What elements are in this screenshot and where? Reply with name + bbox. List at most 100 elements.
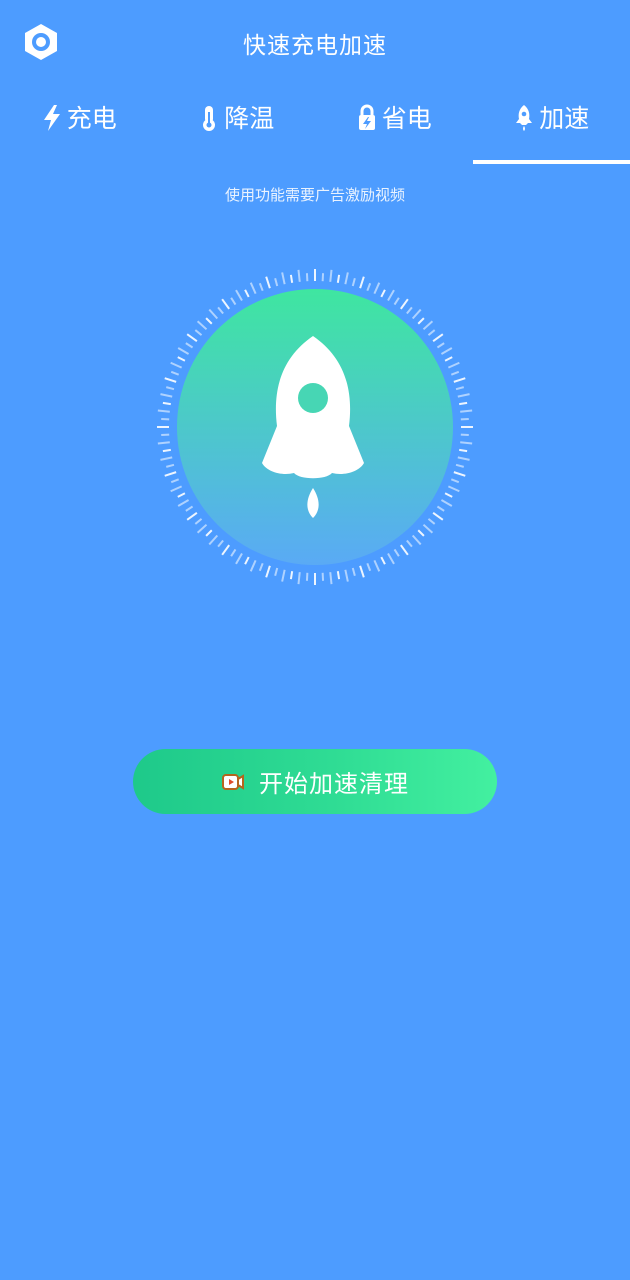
start-speedup-button[interactable]: 开始加速清理	[133, 749, 497, 814]
dial-tick	[194, 329, 203, 336]
dial-tick	[373, 559, 381, 572]
dial-tick	[432, 333, 444, 342]
dial-tick	[196, 523, 208, 534]
dial-tick	[170, 478, 180, 484]
dial-tick	[400, 544, 409, 556]
header: 快速充电加速	[0, 0, 630, 84]
dial-tick	[194, 518, 203, 525]
tab-speedup[interactable]: 加速	[472, 96, 630, 164]
dial-tick	[165, 463, 175, 468]
dial-tick	[185, 505, 194, 512]
dial-tick	[336, 571, 341, 580]
dial-tick	[457, 393, 470, 398]
start-speedup-label: 开始加速清理	[259, 770, 409, 798]
dial-tick	[344, 272, 349, 285]
dial-tick	[160, 456, 173, 461]
dial-tick	[249, 559, 257, 572]
dial-tick	[289, 571, 294, 580]
dial-tick	[217, 306, 224, 315]
dial-tick	[359, 565, 365, 578]
dial-tick	[393, 548, 400, 557]
dial-tick	[380, 556, 386, 565]
dial-tick	[162, 448, 171, 453]
dial-tick	[185, 342, 194, 349]
dial-tick	[235, 289, 243, 302]
dial-tick	[165, 386, 175, 391]
tab-power-save[interactable]: 省电	[315, 96, 473, 164]
dial-tick	[455, 386, 465, 391]
dial-tick	[274, 277, 279, 287]
dial-tick	[281, 272, 286, 285]
dial-tick	[460, 409, 473, 413]
speed-dial	[154, 266, 476, 588]
dial-tick	[447, 485, 460, 493]
tab-power-save-label: 省电	[381, 104, 432, 133]
dial-tick	[177, 499, 190, 507]
tab-cooling[interactable]: 降温	[158, 96, 316, 164]
dial-tick	[244, 556, 250, 565]
dial-tick	[359, 276, 365, 289]
dial-tick	[366, 562, 372, 572]
dial-tick	[336, 274, 341, 283]
dial-tick	[249, 282, 257, 295]
dial-tick	[440, 499, 453, 507]
dial-tick	[400, 298, 409, 310]
dial-tick	[417, 529, 425, 537]
rocket-icon	[516, 105, 533, 131]
dial-tick	[221, 544, 230, 556]
dial-tick	[217, 539, 224, 548]
dial-tick	[164, 377, 177, 383]
tab-charge[interactable]: 充电	[0, 96, 158, 164]
dial-tick	[422, 523, 434, 534]
dial-tick	[453, 471, 466, 477]
dial-tick	[440, 347, 453, 355]
dial-tick	[208, 534, 219, 546]
dial-tick	[380, 289, 386, 298]
dial-tick	[411, 534, 422, 546]
dial-tick	[289, 274, 294, 283]
dial-tick	[450, 478, 460, 484]
dial-tick	[457, 456, 470, 461]
tab-bar: 充电 降温 省电 加速	[0, 96, 630, 164]
dial-tick	[162, 401, 171, 406]
dial-tick	[459, 401, 468, 406]
dial-tick	[329, 269, 333, 282]
dial-tick	[186, 333, 198, 342]
tab-cooling-label: 降温	[224, 104, 275, 133]
dial-tick	[366, 282, 372, 292]
dial-tick	[258, 562, 264, 572]
dial-tick	[205, 529, 213, 537]
dial-tick	[417, 317, 425, 325]
dial-tick	[455, 463, 465, 468]
dial-tick	[444, 356, 453, 362]
dial-tick	[164, 471, 177, 477]
dial-tick	[170, 361, 183, 369]
dial-tick	[406, 539, 413, 548]
dial-tick	[230, 548, 237, 557]
ad-video-notice: 使用功能需要广告激励视频	[224, 186, 405, 204]
dial-tick	[351, 277, 356, 287]
dial-tick	[351, 567, 356, 577]
tab-charge-label: 充电	[66, 104, 117, 133]
dial-tick	[297, 572, 301, 585]
dial-tick	[344, 569, 349, 582]
dial-tick	[436, 342, 445, 349]
dial-tick	[460, 441, 473, 445]
dial-tick	[208, 308, 219, 320]
dial-tick	[177, 347, 190, 355]
dial-tick	[450, 370, 460, 376]
dial-tick	[447, 361, 460, 369]
dial-tick	[427, 518, 436, 525]
dial-tick	[265, 276, 271, 289]
dial-tick	[453, 377, 466, 383]
dial-tick	[411, 308, 422, 320]
thermometer-icon	[203, 106, 216, 131]
dial-tick	[244, 289, 250, 298]
battery-lock-icon	[358, 104, 375, 130]
dial-tick	[170, 485, 183, 493]
dial-tick	[235, 552, 243, 565]
dial-tick	[258, 282, 264, 292]
dial-tick	[157, 409, 170, 413]
dial-tick	[393, 297, 400, 306]
dial-tick	[297, 269, 301, 282]
